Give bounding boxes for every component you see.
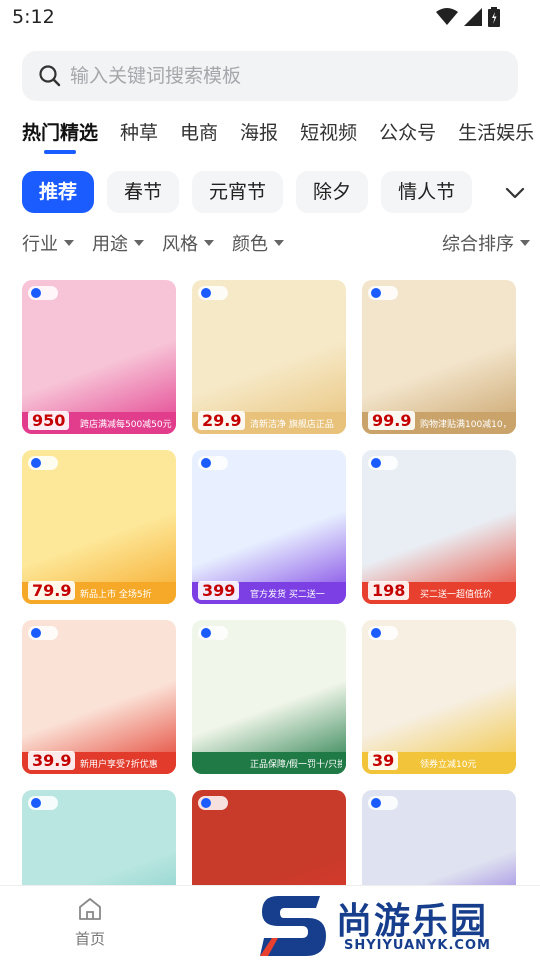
expand-chips-button[interactable]: [500, 178, 530, 208]
chevron-down-icon: [505, 187, 525, 199]
template-card[interactable]: 新品上市 全场5折 79.9: [22, 450, 176, 604]
template-card[interactable]: 新用户享受7折优惠 39.9: [22, 620, 176, 774]
filter-bar: 行业 用途 风格 颜色 综合排序: [22, 228, 530, 258]
template-brand-badge: [368, 286, 398, 300]
caret-down-icon: [274, 240, 284, 246]
template-brand-badge: [368, 796, 398, 810]
template-promo-text: 跨店满减每500减50元: [80, 420, 172, 430]
template-promo-text: 领券立减10元: [420, 760, 477, 770]
filter-usage-label: 用途: [92, 234, 128, 255]
template-card[interactable]: 官方发货 买二送一 399: [192, 450, 346, 604]
signal-icon: [464, 8, 482, 26]
template-brand-badge: [198, 456, 228, 470]
template-price: 99.9: [368, 411, 416, 430]
watermark-domain: SHYIYUANYK.COM: [344, 938, 491, 953]
template-card[interactable]: 购物津贴满100减10，可累加 99.9: [362, 280, 516, 434]
template-brand-badge: [198, 626, 228, 640]
template-price: 39: [368, 751, 399, 770]
search-icon: [39, 65, 61, 87]
caret-down-icon: [520, 240, 530, 246]
chip-lantern-festival[interactable]: 元宵节: [192, 171, 284, 213]
tab-poster[interactable]: 海报: [240, 118, 278, 156]
tab-official-account[interactable]: 公众号: [379, 118, 436, 156]
sort-label: 综合排序: [442, 234, 514, 255]
tab-home[interactable]: 首页: [68, 896, 112, 949]
wifi-icon: [436, 8, 458, 25]
filter-color-label: 颜色: [232, 234, 268, 255]
template-brand-badge: [28, 626, 58, 640]
battery-icon: [488, 7, 500, 27]
caret-down-icon: [134, 240, 144, 246]
template-brand-badge: [28, 796, 58, 810]
filter-style[interactable]: 风格: [162, 230, 214, 256]
search-bar[interactable]: [22, 51, 518, 101]
watermark: 尚游乐园 SHYIYUANYK.COM: [258, 892, 540, 960]
template-promo-text: 购物津贴满100减10，可累加: [420, 420, 512, 430]
status-bar: 5:12: [0, 0, 540, 36]
template-brand-badge: [368, 626, 398, 640]
home-icon: [79, 898, 101, 920]
watermark-logo: [260, 896, 326, 956]
caret-down-icon: [204, 240, 214, 246]
chip-valentines-day[interactable]: 情人节: [381, 171, 473, 213]
filter-usage[interactable]: 用途: [92, 230, 144, 256]
search-input[interactable]: [70, 65, 490, 87]
chip-spring-festival[interactable]: 春节: [107, 171, 180, 213]
template-promo-text: 新品上市 全场5折: [80, 590, 152, 600]
template-brand-badge: [198, 286, 228, 300]
chip-new-years-eve[interactable]: 除夕: [296, 171, 369, 213]
template-card[interactable]: 买二送一超值低价 198: [362, 450, 516, 604]
tab-seeding[interactable]: 种草: [120, 118, 158, 156]
filter-industry-label: 行业: [22, 234, 58, 255]
template-promo-text: 新用户享受7折优惠: [80, 760, 158, 770]
template-promo-text: 官方发货 买二送一: [250, 590, 325, 600]
chip-recommended[interactable]: 推荐: [22, 171, 95, 213]
topic-chips: 推荐 春节 元宵节 除夕 情人节: [22, 171, 492, 215]
template-price: 79.9: [28, 581, 76, 600]
tab-home-label: 首页: [74, 930, 105, 948]
tab-hot-picks[interactable]: 热门精选: [22, 118, 98, 156]
template-price: 950: [28, 411, 70, 430]
template-price: 399: [198, 581, 240, 600]
template-card[interactable]: 跨店满减每500减50元 950: [22, 280, 176, 434]
template-brand-badge: [28, 286, 58, 300]
status-icons: [436, 6, 500, 28]
tab-lifestyle[interactable]: 生活娱乐: [458, 118, 534, 156]
template-promo-text: 买二送一超值低价: [420, 590, 493, 600]
filter-color[interactable]: 颜色: [232, 230, 284, 256]
filter-industry[interactable]: 行业: [22, 230, 74, 256]
template-price: 39.9: [28, 751, 76, 770]
category-tabs: 热门精选 种草 电商 海报 短视频 公众号 生活娱乐: [22, 118, 540, 162]
template-promo-text: 正品保障/假一罚十/只换不修/买卖必赔: [250, 760, 342, 770]
tab-ecommerce[interactable]: 电商: [180, 118, 218, 156]
template-card[interactable]: 领券立减10元 39: [362, 620, 516, 774]
template-card[interactable]: 清新洁净 旗舰店正品 29.9: [192, 280, 346, 434]
template-price: 198: [368, 581, 410, 600]
sort-dropdown[interactable]: 综合排序: [442, 230, 530, 256]
template-price: 29.9: [198, 411, 246, 430]
watermark-name: 尚游乐园: [336, 901, 489, 942]
tab-short-video[interactable]: 短视频: [300, 118, 357, 156]
filter-style-label: 风格: [162, 234, 198, 255]
status-time: 5:12: [12, 6, 55, 28]
template-brand-badge: [368, 456, 398, 470]
template-brand-badge: [28, 456, 58, 470]
template-card[interactable]: 正品保障/假一罚十/只换不修/买卖必赔: [192, 620, 346, 774]
caret-down-icon: [64, 240, 74, 246]
template-brand-badge: [198, 796, 228, 810]
template-promo-text: 清新洁净 旗舰店正品: [250, 420, 334, 430]
